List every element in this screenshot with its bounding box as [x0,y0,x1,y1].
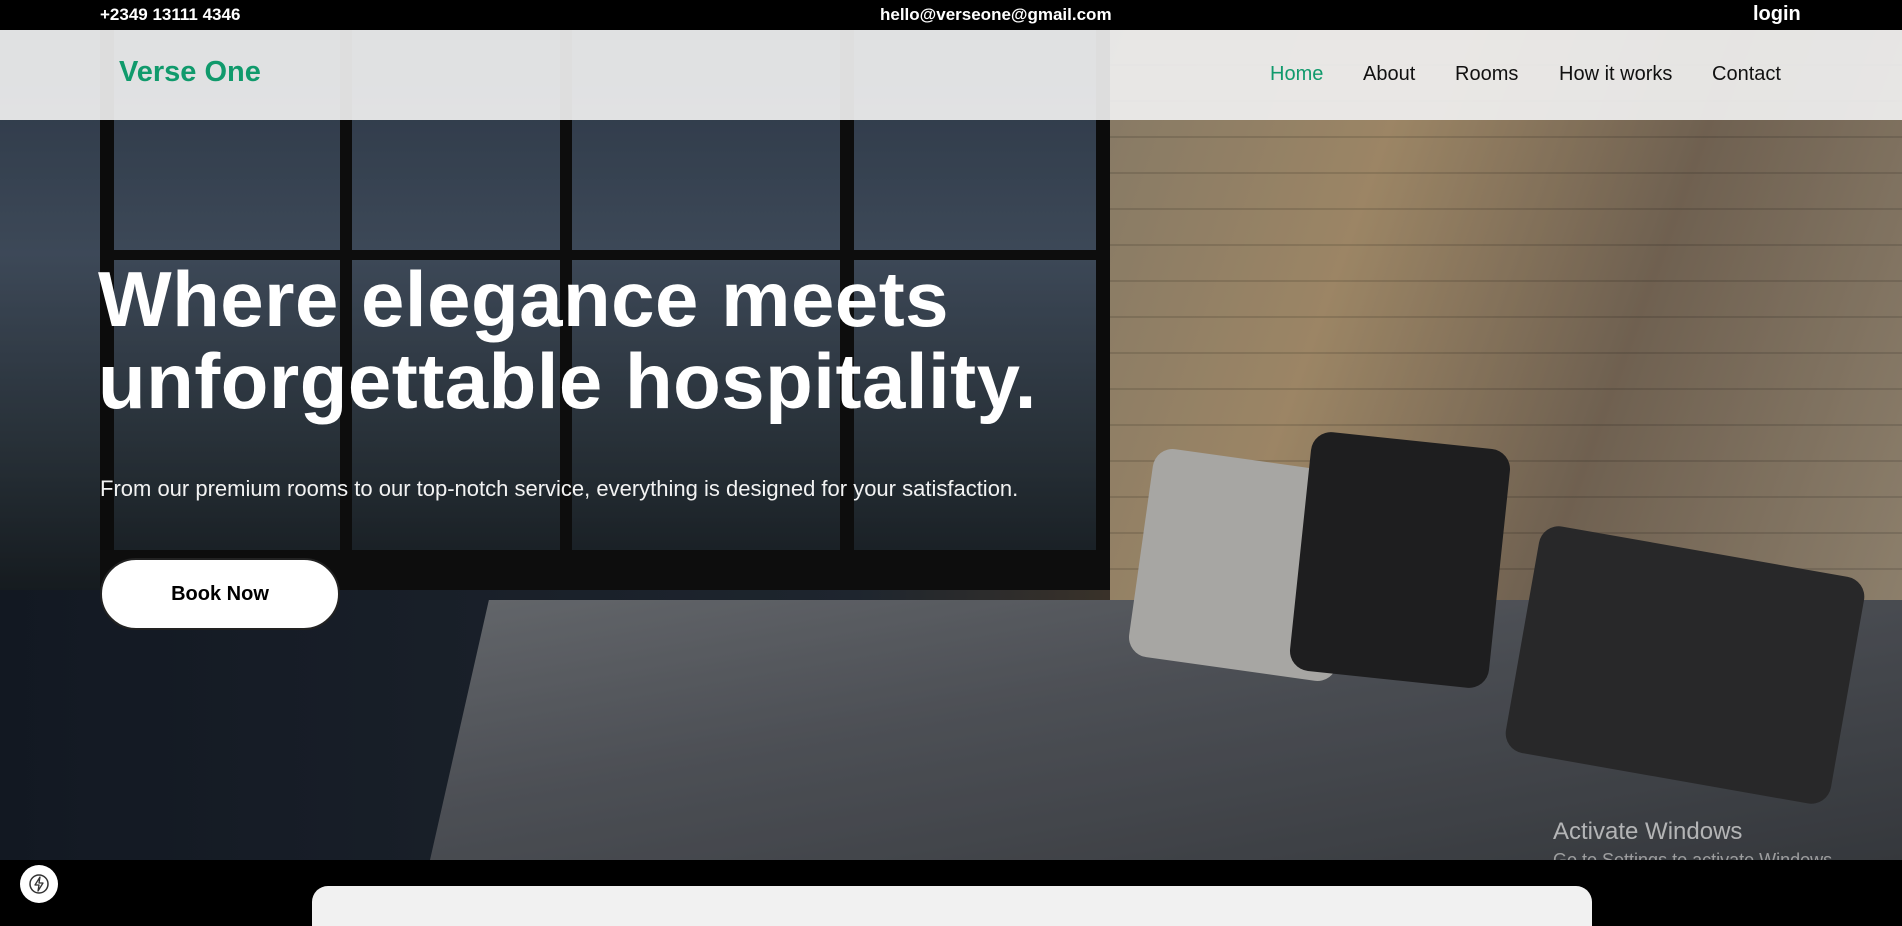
top-contact-bar: +2349 13111 4346 hello@verseone@gmail.co… [0,0,1902,30]
hero-headline: Where elegance meets unforgettable hospi… [98,258,1037,422]
nav-about[interactable]: About [1363,63,1415,86]
nav-contact[interactable]: Contact [1712,63,1781,86]
hero-overlay [0,30,1902,860]
phone-number: +2349 13111 4346 [100,5,241,24]
hero-section [0,30,1902,860]
contact-email: hello@verseone@gmail.com [880,5,1112,24]
nav-rooms[interactable]: Rooms [1455,63,1518,86]
lightning-bolt-icon[interactable] [20,865,58,903]
nav-home[interactable]: Home [1270,63,1323,86]
login-link[interactable]: login [1753,3,1801,26]
activate-windows-title: Activate Windows [1553,818,1743,845]
hero-headline-line-1: Where elegance meets [98,255,950,343]
hero-headline-line-2: unforgettable hospitality. [98,337,1037,425]
book-now-button[interactable]: Book Now [100,558,340,630]
hero-subtext: From our premium rooms to our top-notch … [100,476,1019,501]
brand-logo[interactable]: Verse One [119,56,261,89]
main-navbar: Verse One Home About Rooms How it works … [0,30,1902,120]
content-card [312,886,1592,926]
nav-how-it-works[interactable]: How it works [1559,63,1672,86]
